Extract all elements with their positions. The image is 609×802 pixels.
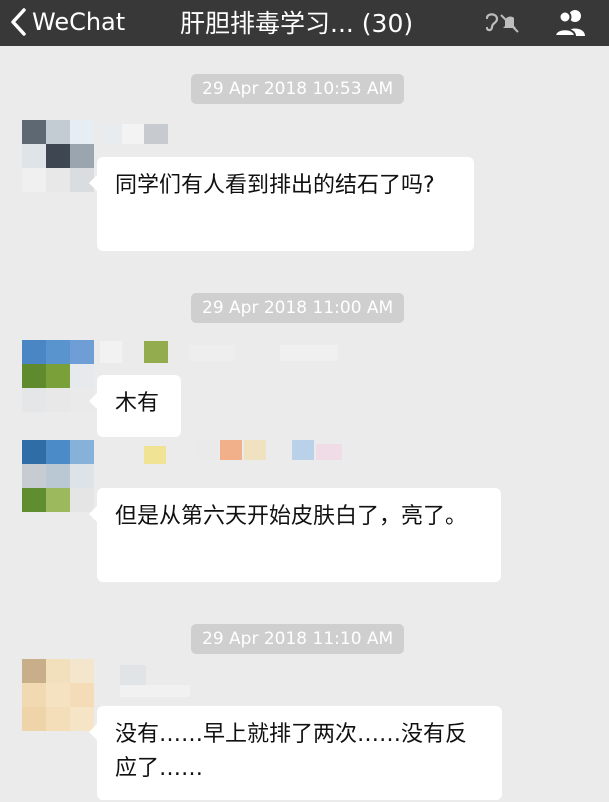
nav-bar: WeChat 肝胆排毒学习... (30) [0, 0, 609, 46]
avatar[interactable] [22, 340, 94, 412]
message-bubble[interactable]: 但是从第六天开始皮肤白了，亮了。 [89, 488, 501, 582]
message-bubble[interactable]: 同学们有人看到排出的结石了吗? [89, 157, 474, 251]
sender-nickname [100, 341, 340, 367]
chevron-left-icon [11, 8, 26, 36]
sender-nickname [100, 665, 200, 697]
sender-nickname [100, 440, 350, 466]
timestamp: 29 Apr 2018 10:53 AM [191, 74, 405, 104]
group-members-icon[interactable] [553, 6, 587, 40]
mute-icon [485, 13, 519, 33]
back-label: WeChat [32, 8, 126, 36]
avatar[interactable] [22, 120, 94, 192]
chat-title: 肝胆排毒学习... (30) [180, 9, 414, 38]
back-button[interactable]: WeChat [8, 4, 125, 40]
sender-nickname [100, 124, 170, 150]
message-bubble[interactable]: 木有 [89, 375, 181, 437]
message-bubble[interactable]: 没有……早上就排了两次……没有反应了…… [89, 706, 502, 800]
avatar[interactable] [22, 659, 94, 731]
avatar[interactable] [22, 440, 94, 512]
timestamp: 29 Apr 2018 11:10 AM [191, 624, 405, 654]
timestamp: 29 Apr 2018 11:00 AM [191, 293, 405, 323]
